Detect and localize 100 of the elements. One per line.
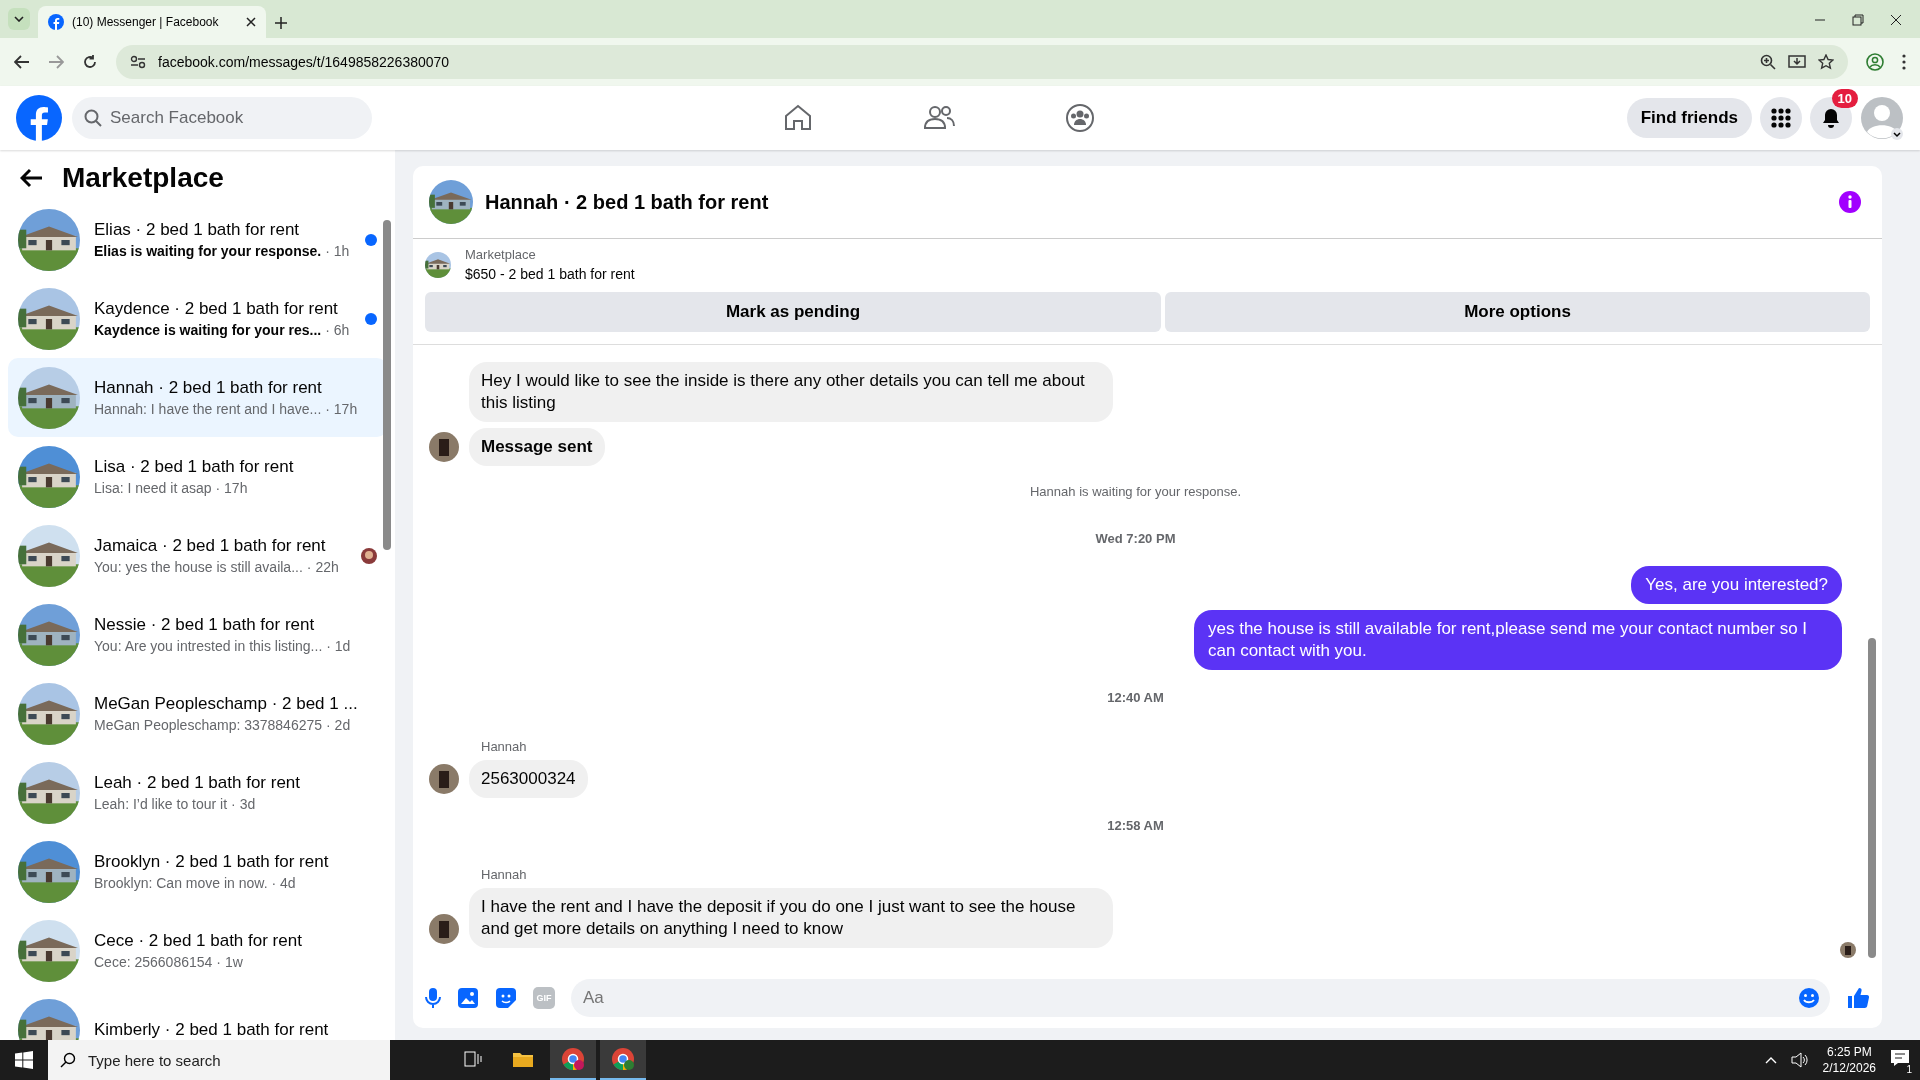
conversation-title: Leah · 2 bed 1 bath for rent [94, 773, 302, 793]
task-view-icon [464, 1051, 482, 1067]
notification-count: 1 [1904, 1064, 1914, 1075]
speaker-icon[interactable] [1790, 1052, 1809, 1068]
notification-badge: 10 [1831, 89, 1858, 108]
message-bubble: 2563000324 [469, 760, 588, 798]
notification-center-icon[interactable] [1890, 1049, 1910, 1067]
facebook-logo[interactable] [16, 95, 62, 141]
listing-summary[interactable]: $650 - 2 bed 1 bath for rent [465, 266, 635, 282]
image-icon[interactable] [457, 987, 479, 1009]
clock-date[interactable]: 2/12/2026 [1822, 1060, 1876, 1076]
chat-title: Hannah · 2 bed 1 bath for rent [485, 190, 770, 214]
chrome-button[interactable] [600, 1040, 646, 1080]
message-preview: Leah: I’d like to tour it [94, 796, 228, 812]
message-preview: You: yes the house is still availa... [94, 559, 303, 575]
site-settings-icon[interactable] [130, 55, 146, 69]
chrome-button[interactable] [550, 1040, 596, 1080]
menu-icon[interactable] [1902, 54, 1906, 70]
scrollbar-thumb[interactable] [383, 220, 391, 550]
home-icon[interactable] [783, 103, 814, 131]
folder-icon [512, 1050, 534, 1068]
conversation-item[interactable]: Lisa · 2 bed 1 bath for rent Lisa: I need it asap · 17h [8, 437, 387, 516]
url-text: facebook.com/messages/t/1649858226380070 [158, 54, 451, 70]
action-button[interactable]: More options [1165, 292, 1870, 332]
back-icon[interactable] [14, 55, 30, 69]
message-time: · 17h [325, 401, 358, 417]
message-time: · 3d [231, 796, 256, 812]
emoji-icon[interactable] [1798, 987, 1820, 1009]
bell-icon [1821, 107, 1841, 129]
close-icon[interactable] [1890, 14, 1902, 26]
clock-time[interactable]: 6:25 PM [1822, 1044, 1876, 1060]
seen-avatar [1840, 942, 1856, 958]
message-preview: You: Are you intrested in this listing... [94, 638, 323, 654]
conversation-title: Lisa · 2 bed 1 bath for rent [94, 457, 295, 477]
listing-source: Marketplace [465, 247, 537, 262]
chevron-up-icon[interactable] [1764, 1056, 1777, 1064]
conversation-item[interactable]: Jamaica · 2 bed 1 bath for rent You: yes the house is still availa... · 22h [8, 516, 387, 595]
info-icon[interactable] [1838, 190, 1862, 214]
timestamp: 12:58 AM [1107, 818, 1164, 833]
reload-icon[interactable] [82, 54, 98, 70]
groups-icon[interactable] [1065, 103, 1096, 133]
grid-icon [1771, 108, 1791, 128]
conversation-item[interactable]: MeGan Peopleschamp · 2 bed 1 ... MeGan Peopleschamp: 3378846275 · 2d [8, 674, 387, 753]
apps-menu-button[interactable] [1760, 97, 1802, 139]
find-friends-button[interactable]: Find friends [1626, 98, 1752, 138]
conversation-title: Cece · 2 bed 1 bath for rent [94, 931, 303, 951]
conversation-item[interactable]: Kaydence · 2 bed 1 bath for rent Kaydence is waiting for your res... · 6h [8, 279, 387, 358]
search-field[interactable]: Search Facebook [72, 97, 372, 139]
browser-icon [611, 1047, 635, 1071]
sender-name: Hannah [481, 739, 528, 754]
restore-icon[interactable] [1852, 14, 1864, 26]
message-time: · 17h [215, 480, 248, 496]
conversation-title: Elias · 2 bed 1 bath for rent [94, 220, 301, 240]
message-preview: Elias is waiting for your response. [94, 243, 322, 259]
message-time: · 1w [216, 954, 243, 970]
browser-tab[interactable]: (10) Messenger | Facebook [38, 6, 266, 38]
conversation-title: Jamaica · 2 bed 1 bath for rent [94, 536, 327, 556]
browser-icon [561, 1047, 585, 1071]
conversation-item[interactable]: Elias · 2 bed 1 bath for rent Elias is waiting for your response. · 1h [8, 200, 387, 279]
profile-icon[interactable] [1866, 53, 1884, 71]
message-field[interactable]: Aa [571, 979, 1830, 1017]
sidebar-title: Marketplace [62, 162, 224, 194]
search-icon [60, 1052, 76, 1068]
bookmark-star-icon[interactable] [1818, 54, 1834, 70]
conversation-title: Brooklyn · 2 bed 1 bath for rent [94, 852, 330, 872]
tab-list-button[interactable] [8, 8, 30, 30]
message-preview: Brooklyn: Can move in now. [94, 875, 268, 891]
message-preview: Kaydence is waiting for your res... [94, 322, 322, 338]
message-bubble: Message sent [469, 428, 605, 466]
tab-title: (10) Messenger | Facebook [72, 15, 220, 29]
zoom-icon[interactable] [1760, 54, 1776, 70]
conversation-item[interactable]: Nessie · 2 bed 1 bath for rent You: Are you intrested in this listing... · 1d [8, 595, 387, 674]
thumbs-up-icon[interactable] [1846, 986, 1870, 1010]
windows-start-icon[interactable] [15, 1051, 33, 1069]
action-button[interactable]: Mark as pending [425, 292, 1161, 332]
back-arrow-icon[interactable] [20, 168, 44, 188]
timestamp: 12:40 AM [1107, 690, 1164, 705]
conversation-item[interactable]: Cece · 2 bed 1 bath for rent Cece: 2566086154 · 1w [8, 911, 387, 990]
forward-icon[interactable] [48, 55, 64, 69]
caret-icon [14, 16, 24, 22]
sticker-icon[interactable] [495, 987, 517, 1009]
friends-icon[interactable] [923, 103, 956, 131]
unread-dot [365, 312, 377, 325]
message-preview: MeGan Peopleschamp: 3378846275 [94, 717, 323, 733]
install-icon[interactable] [1788, 54, 1806, 70]
address-bar[interactable]: facebook.com/messages/t/1649858226380070 [116, 45, 1848, 79]
close-icon[interactable] [246, 17, 256, 27]
conversation-title: Hannah · 2 bed 1 bath for rent [94, 378, 323, 398]
conversation-item[interactable]: Brooklyn · 2 bed 1 bath for rent Brooklyn: Can move in now. · 4d [8, 832, 387, 911]
scrollbar-thumb[interactable] [1868, 638, 1876, 958]
message-bubble: Hey I would like to see the inside is there any other details you can tell me about this listing [469, 362, 1113, 422]
new-tab-icon[interactable] [274, 16, 288, 30]
message-time: · 1d [326, 638, 351, 654]
microphone-icon[interactable] [425, 987, 441, 1009]
sender-name: Hannah [481, 867, 528, 882]
taskbar-search-field[interactable]: Type here to search [48, 1040, 390, 1080]
conversation-item[interactable]: Leah · 2 bed 1 bath for rent Leah: I’d like to tour it · 3d [8, 753, 387, 832]
message-preview: Cece: 2566086154 [94, 954, 213, 970]
message-time: · 22h [306, 559, 339, 575]
message-time: · 4d [271, 875, 296, 891]
